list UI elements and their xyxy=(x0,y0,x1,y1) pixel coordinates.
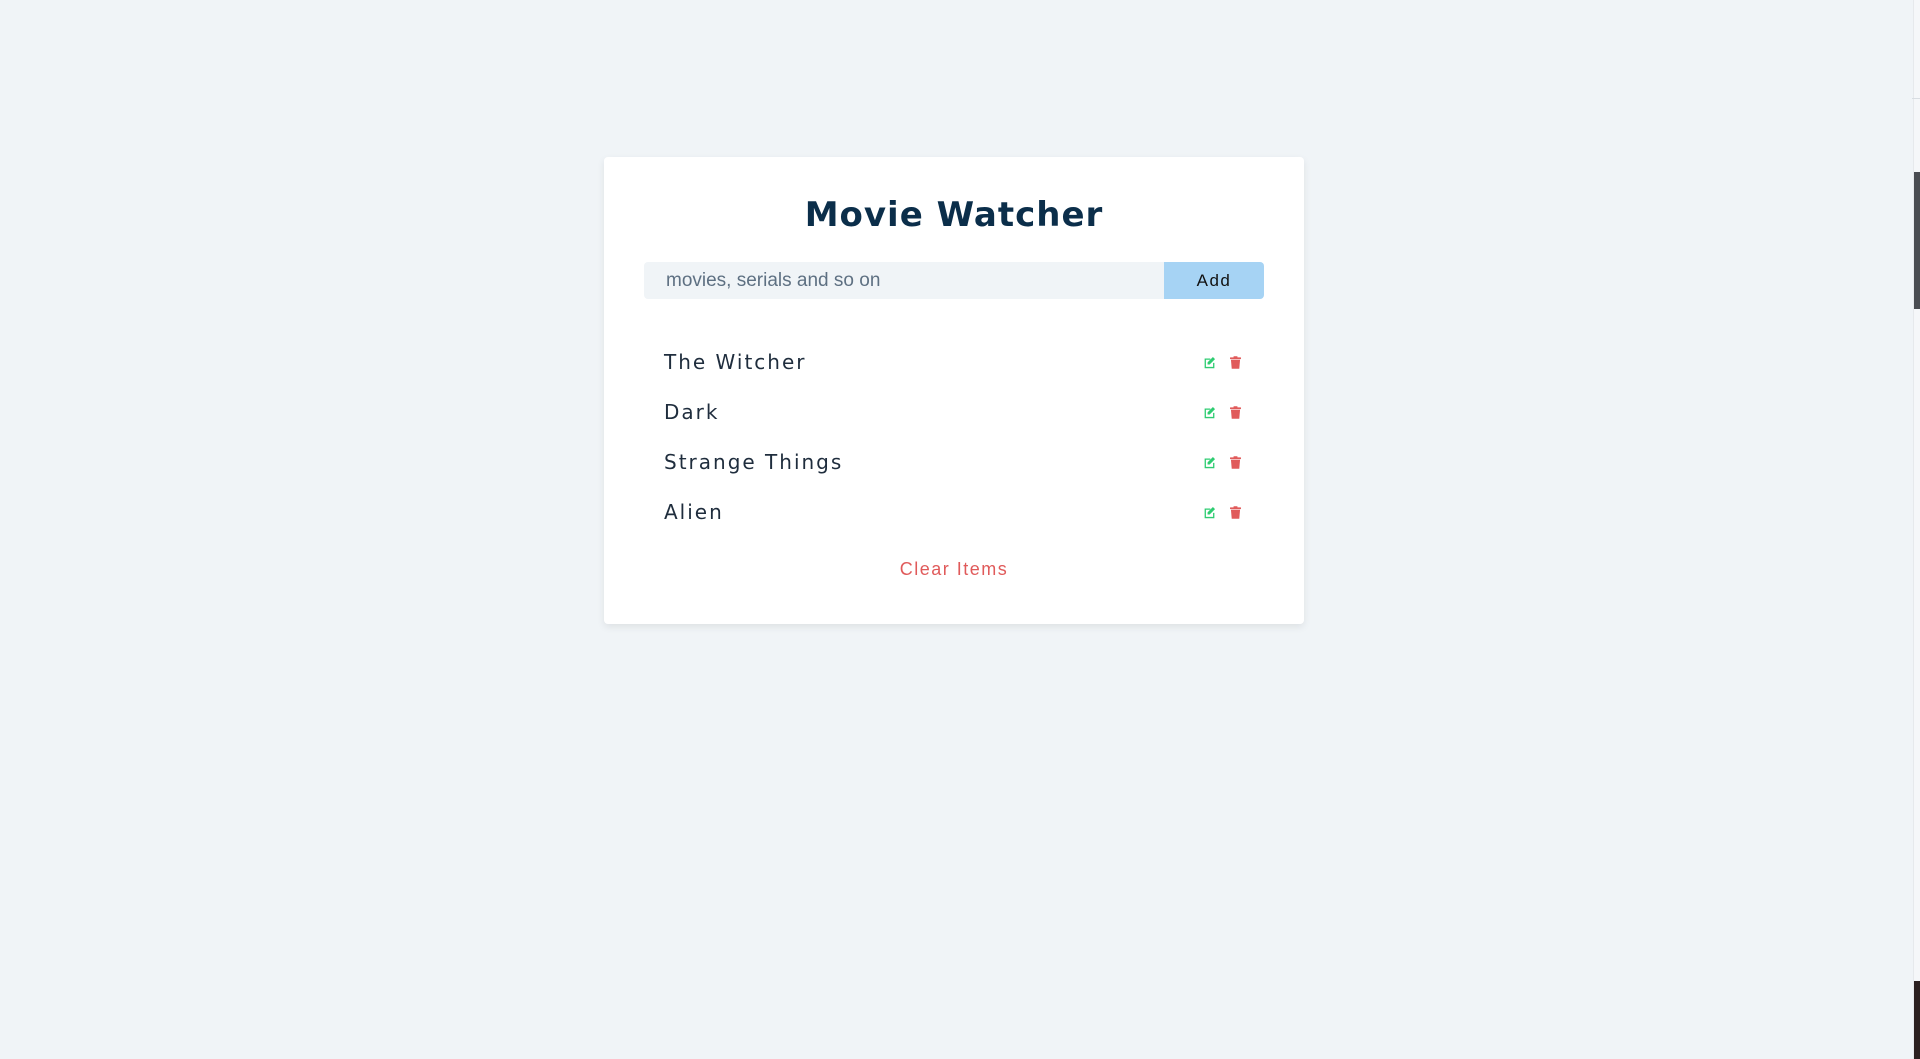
item-input[interactable] xyxy=(644,262,1164,299)
edit-icon[interactable] xyxy=(1202,405,1216,419)
item-actions xyxy=(1202,455,1244,469)
trash-icon[interactable] xyxy=(1228,355,1242,369)
edit-icon[interactable] xyxy=(1202,355,1216,369)
item-list: The Witcher Dark Strange Things Alien xyxy=(664,337,1244,537)
add-button[interactable]: Add xyxy=(1164,262,1264,299)
scrollbar-track[interactable] xyxy=(1913,0,1920,1059)
add-item-form: Add xyxy=(644,262,1264,299)
scrollbar-bottom-segment xyxy=(1914,981,1920,1059)
edit-icon[interactable] xyxy=(1202,455,1216,469)
item-actions xyxy=(1202,355,1244,369)
list-item: The Witcher xyxy=(664,337,1244,387)
list-item: Alien xyxy=(664,487,1244,537)
item-actions xyxy=(1202,505,1244,519)
item-label: Alien xyxy=(664,500,724,524)
trash-icon[interactable] xyxy=(1228,405,1242,419)
scrollbar-thumb[interactable] xyxy=(1914,172,1920,309)
item-label: Strange Things xyxy=(664,450,844,474)
scrollbar-divider xyxy=(1912,98,1920,99)
movie-watcher-card: Movie Watcher Add The Witcher Dark xyxy=(604,157,1304,624)
page: Movie Watcher Add The Witcher Dark xyxy=(0,0,1920,1059)
edit-icon[interactable] xyxy=(1202,505,1216,519)
item-actions xyxy=(1202,405,1244,419)
item-label: The Witcher xyxy=(664,350,807,374)
list-item: Strange Things xyxy=(664,437,1244,487)
page-title: Movie Watcher xyxy=(804,195,1104,235)
trash-icon[interactable] xyxy=(1228,455,1242,469)
trash-icon[interactable] xyxy=(1228,505,1242,519)
item-label: Dark xyxy=(664,400,720,424)
clear-items-button[interactable]: Clear Items xyxy=(604,559,1304,580)
list-item: Dark xyxy=(664,387,1244,437)
